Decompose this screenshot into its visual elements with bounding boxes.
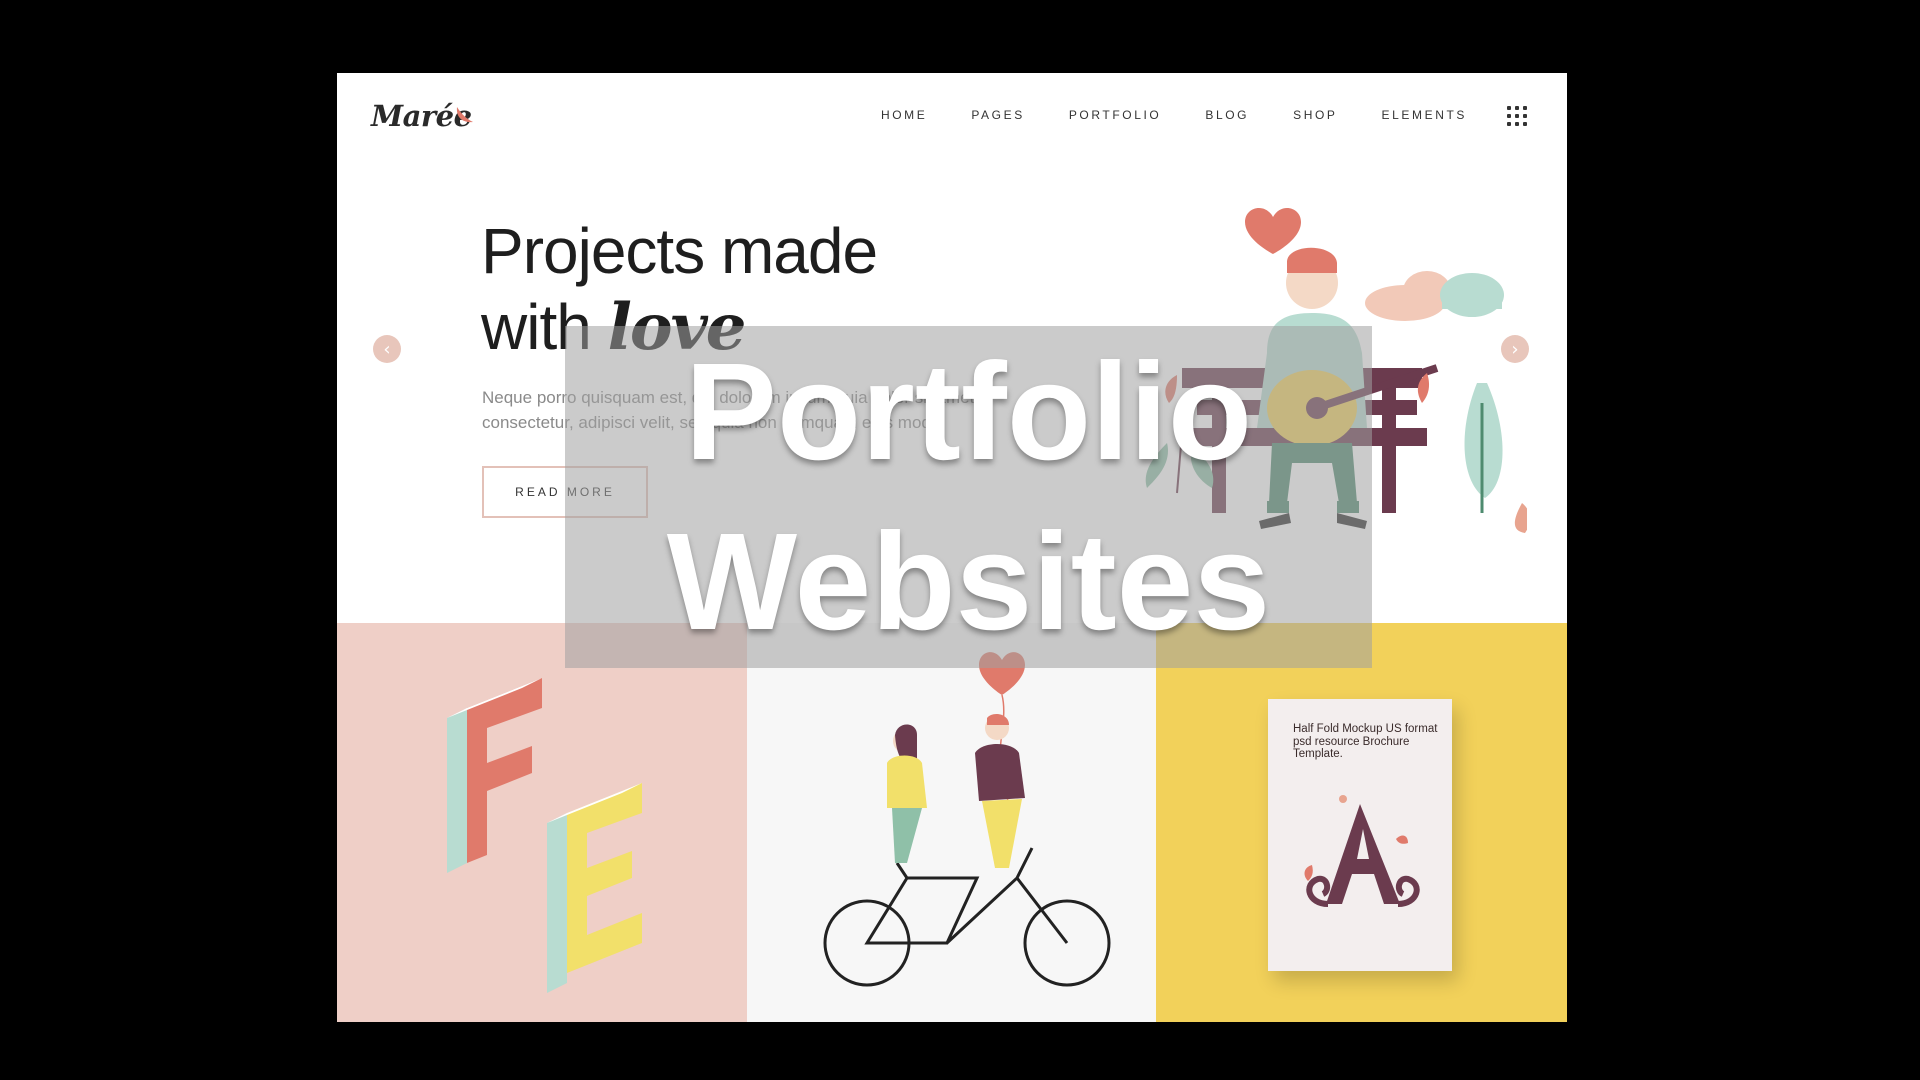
overlay-title: Portfolio Websites [565,326,1372,668]
letter-a-ornament-illustration [1304,795,1420,907]
hero-title-line1: Projects made [481,215,878,287]
overlay-title-line1: Portfolio [684,335,1253,489]
fe-letters-illustration [447,678,642,993]
nav-portfolio[interactable]: PORTFOLIO [1069,108,1162,122]
nav-shop[interactable]: SHOP [1293,108,1337,122]
title-overlay: Portfolio Websites [565,326,1372,668]
portfolio-tile-brochure[interactable]: Half Fold Mockup US format psd resource … [1156,623,1567,1022]
prev-slide-arrow-icon[interactable]: ‹ [373,335,401,363]
grid-menu-icon[interactable] [1507,106,1527,126]
overlay-title-line2: Websites [666,505,1271,659]
tandem-bicycle-illustration [823,652,1111,987]
portfolio-tile-bicycle[interactable] [747,623,1156,1022]
nav-pages[interactable]: PAGES [971,108,1024,122]
nav-blog[interactable]: BLOG [1205,108,1249,122]
brochure-mockup: Half Fold Mockup US format psd resource … [1268,699,1452,971]
leaf-logo-icon [456,107,473,123]
portfolio-tile-typography[interactable] [337,623,747,1022]
main-nav: HOME PAGES PORTFOLIO BLOG SHOP ELEMENTS [880,108,1467,123]
nav-elements[interactable]: ELEMENTS [1382,108,1467,122]
site-header: Marée HOME PAGES PORTFOLIO BLOG SHOP ELE… [337,73,1567,163]
nav-home[interactable]: HOME [880,108,927,123]
